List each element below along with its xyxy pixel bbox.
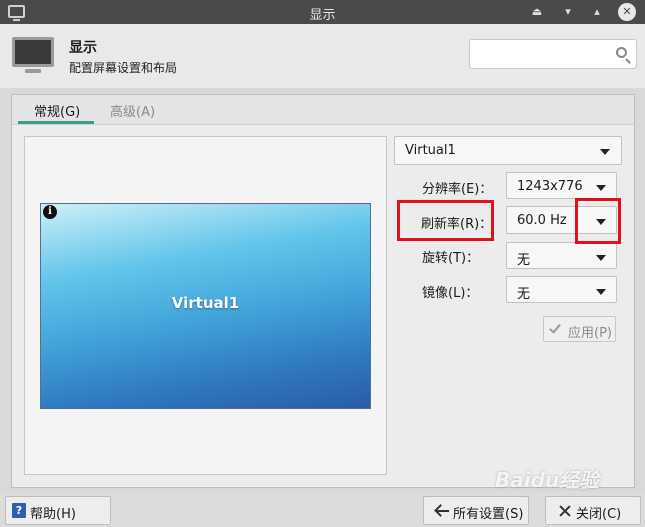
maximize-icon[interactable]: ▴ <box>588 3 606 21</box>
refresh-rate-select[interactable]: 60.0 Hz <box>506 206 617 234</box>
display-preview-area: i Virtual1 <box>24 136 387 475</box>
close-label: 关闭(C) <box>576 507 622 522</box>
resolution-label: 分辨率(E)： <box>422 182 493 197</box>
chevron-down-icon <box>596 219 606 225</box>
help-icon: ? <box>12 503 26 518</box>
check-icon <box>549 321 561 334</box>
tab-bar: 常规(G) 高级(A) <box>12 95 634 125</box>
minimize-icon[interactable]: ▾ <box>559 3 577 21</box>
dialog-footer: ? 帮助(H) 所有设置(S) 关闭(C) <box>0 492 645 527</box>
resolution-value: 1243x776 <box>517 179 583 194</box>
rotation-select[interactable]: 无 <box>506 242 617 269</box>
refresh-rate-value: 60.0 Hz <box>517 213 567 228</box>
header-subtitle: 配置屏幕设置和布局 <box>69 61 178 75</box>
search-input[interactable] <box>476 45 608 63</box>
resolution-select[interactable]: 1243x776 <box>506 172 617 199</box>
dialog-header: 显示 配置屏幕设置和布局 <box>0 24 645 88</box>
apply-label: 应用(P) <box>568 326 612 341</box>
chevron-down-icon <box>596 185 606 191</box>
tab-general[interactable]: 常规(G) <box>17 101 95 124</box>
reflection-value: 无 <box>517 287 531 302</box>
rotation-label: 旋转(T)： <box>422 251 480 266</box>
info-icon[interactable]: i <box>43 205 57 219</box>
shade-icon[interactable]: ⏏ <box>528 3 546 21</box>
chevron-down-icon <box>596 289 606 295</box>
apply-button[interactable]: 应用(P) <box>543 316 616 342</box>
close-window-icon[interactable]: ✕ <box>618 3 636 21</box>
help-button[interactable]: ? 帮助(H) <box>5 496 111 525</box>
display-screen-preview[interactable]: i Virtual1 <box>40 203 371 409</box>
screen-label: Virtual1 <box>171 294 240 312</box>
monitor-icon <box>12 37 54 73</box>
all-settings-label: 所有设置(S) <box>453 507 524 522</box>
display-select[interactable]: Virtual1 <box>394 136 622 165</box>
reflection-select[interactable]: 无 <box>506 276 617 303</box>
search-box[interactable] <box>469 39 637 69</box>
chevron-down-icon <box>596 255 606 261</box>
header-title: 显示 <box>69 40 97 56</box>
back-arrow-icon <box>435 504 449 518</box>
display-select-value: Virtual1 <box>405 143 456 158</box>
all-settings-button[interactable]: 所有设置(S) <box>423 496 529 525</box>
watermark: Baidu经验 <box>495 468 600 492</box>
close-button[interactable]: 关闭(C) <box>545 496 641 525</box>
refresh-rate-label: 刷新率(R)： <box>421 217 493 232</box>
chevron-down-icon <box>600 149 610 155</box>
search-icon[interactable] <box>616 47 627 58</box>
rotation-value: 无 <box>517 253 531 268</box>
close-icon <box>558 504 572 518</box>
window-titlebar[interactable]: 显示 ⏏ ▾ ▴ ✕ <box>0 0 645 24</box>
help-label: 帮助(H) <box>30 507 76 522</box>
tab-advanced[interactable]: 高级(A) <box>110 101 155 120</box>
reflection-label: 镜像(L)： <box>422 286 479 301</box>
window-title: 显示 <box>309 8 336 23</box>
